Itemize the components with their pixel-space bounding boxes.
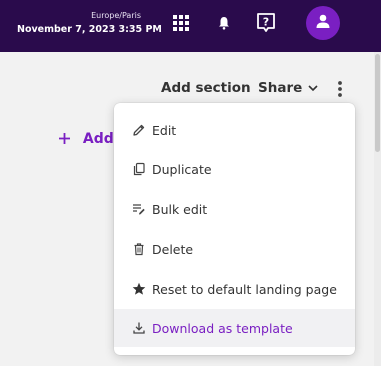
share-button[interactable]: Share xyxy=(258,80,318,96)
page-scrollbar[interactable] xyxy=(374,52,381,366)
user-avatar-icon xyxy=(315,13,331,33)
bulk-edit-icon xyxy=(132,202,146,216)
svg-text:?: ? xyxy=(263,16,269,29)
menu-item-label: Bulk edit xyxy=(152,201,208,217)
apps-grid-icon[interactable] xyxy=(172,14,190,32)
bell-icon[interactable] xyxy=(216,14,232,32)
user-avatar-button[interactable] xyxy=(306,6,340,40)
plus-icon xyxy=(59,131,75,147)
menu-item-reset-landing-page[interactable]: Reset to default landing page xyxy=(114,270,355,308)
menu-item-label: Download as template xyxy=(152,320,293,336)
menu-item-delete[interactable]: Delete xyxy=(114,230,355,268)
chevron-down-icon xyxy=(308,80,318,96)
pencil-icon xyxy=(132,123,146,137)
trash-icon xyxy=(132,242,146,256)
menu-item-label: Delete xyxy=(152,241,194,257)
menu-item-label: Duplicate xyxy=(152,161,212,177)
menu-item-label: Reset to default landing page xyxy=(152,281,337,297)
menu-item-label: Edit xyxy=(152,122,177,138)
scrollbar-thumb[interactable] xyxy=(375,54,380,152)
star-icon xyxy=(132,282,146,296)
more-vertical-icon xyxy=(334,81,346,102)
menu-item-edit[interactable]: Edit xyxy=(114,111,355,149)
datetime-label: November 7, 2023 3:35 PM xyxy=(17,24,162,35)
more-options-menu: Edit Duplicate Bulk edit Delete Reset to… xyxy=(114,103,355,355)
add-section-button[interactable]: Add section xyxy=(161,80,251,96)
timezone-label: Europe/Paris xyxy=(91,11,141,20)
copy-icon xyxy=(132,162,146,176)
help-icon[interactable]: ? xyxy=(256,12,276,34)
menu-item-duplicate[interactable]: Duplicate xyxy=(114,150,355,188)
more-options-button[interactable] xyxy=(334,80,346,98)
share-label: Share xyxy=(258,80,303,96)
menu-item-bulk-edit[interactable]: Bulk edit xyxy=(114,190,355,228)
download-icon xyxy=(132,321,146,335)
menu-item-download-template[interactable]: Download as template xyxy=(114,309,355,347)
top-bar: Europe/Paris November 7, 2023 3:35 PM ? xyxy=(0,0,381,52)
